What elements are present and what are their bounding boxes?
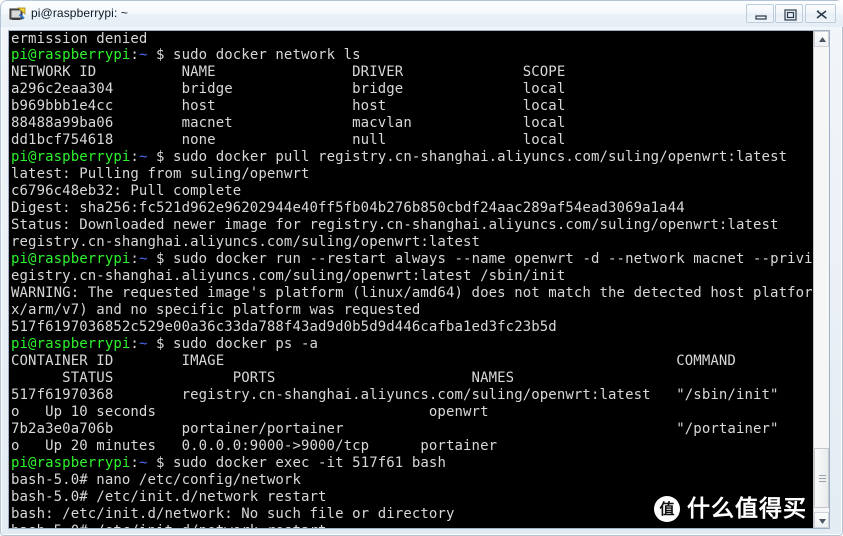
terminal-output-text: NETWORK ID NAME DRIVER SCOPE <box>11 64 566 80</box>
terminal-prompt-line: pi@raspberrypi:~ $ sudo docker ps -a <box>9 336 815 353</box>
prompt-user-host: pi@raspberrypi <box>11 149 131 165</box>
terminal-output-line: CONTAINER ID IMAGE COMMAND CREATED <box>9 353 815 370</box>
terminal-output-text: dd1bcf754618 none null local <box>11 132 566 148</box>
scrollbar-track[interactable] <box>814 47 829 512</box>
prompt-colon: : <box>130 149 139 165</box>
terminal-output-text: STATUS PORTS NAMES <box>11 370 515 386</box>
terminal-output-text: c6796c48eb32: Pull complete <box>11 183 242 199</box>
prompt-dollar: $ <box>147 336 165 352</box>
terminal-output-line: STATUS PORTS NAMES <box>9 370 815 387</box>
prompt-user-host: pi@raspberrypi <box>11 336 131 352</box>
scroll-up-arrow-icon[interactable] <box>814 31 829 47</box>
terminal-output-text: Status: Downloaded newer image for regis… <box>11 217 779 233</box>
prompt-dollar: $ <box>147 149 165 165</box>
terminal-prompt-line: pi@raspberrypi:~ $ sudo docker run --res… <box>9 251 815 268</box>
terminal-output-line: Status: Downloaded newer image for regis… <box>9 217 815 234</box>
terminal-output-text: CONTAINER ID IMAGE COMMAND CREATED <box>11 353 736 369</box>
terminal-output-text: bash: /etc/init.d/network: No such file … <box>11 506 455 522</box>
prompt-user-host: pi@raspberrypi <box>11 47 131 63</box>
terminal-output-line: bash-5.0# nano /etc/config/network <box>9 472 815 489</box>
scrollbar-thumb[interactable] <box>814 448 829 508</box>
terminal-output-line: 88488a99ba06 macnet macvlan local <box>9 115 815 132</box>
terminal-output-text: registry.cn-shanghai.aliyuncs.com/suling… <box>11 234 481 250</box>
prompt-colon: : <box>130 251 139 267</box>
terminal-output-line: b969bbb1e4cc host host local <box>9 98 815 115</box>
terminal-output-text: bash-5.0# /etc/init.d/network restart <box>11 489 327 505</box>
terminal-output-text: WARNING: The requested image's platform … <box>11 285 815 301</box>
terminal-command: sudo docker ps -a <box>164 336 319 352</box>
terminal-output-line: latest: Pulling from suling/openwrt <box>9 166 815 183</box>
terminal-output-line: c6796c48eb32: Pull complete <box>9 183 815 200</box>
terminal-output-text: bash-5.0# /etc/init.d/network restart <box>11 523 327 528</box>
terminal-output-line: dd1bcf754618 none null local <box>9 132 815 149</box>
terminal-output-text: 517f61970368 registry.cn-shanghai.aliyun… <box>11 387 779 403</box>
terminal-output-text: 7b2a3e0a706b portainer/portainer "/porta… <box>11 421 779 437</box>
close-button[interactable] <box>805 4 836 23</box>
terminal-output-line: registry.cn-shanghai.aliyuncs.com/suling… <box>9 234 815 251</box>
terminal-output-text: o Up 10 seconds openwrt <box>11 404 489 420</box>
terminal-output-text: o Up 20 minutes 0.0.0.0:9000->9000/tcp p… <box>11 438 498 454</box>
terminal-output-text: Digest: sha256:fc521d962e96202944e40ff5f… <box>11 200 685 216</box>
terminal-prompt-line: pi@raspberrypi:~ $ sudo docker pull regi… <box>9 149 815 166</box>
putty-terminal-icon <box>9 5 26 22</box>
terminal-output-text: 88488a99ba06 macnet macvlan local <box>11 115 566 131</box>
terminal-output-text: a296c2eaa304 bridge bridge local <box>11 81 566 97</box>
terminal-output-line: ermission denied <box>9 31 815 47</box>
title-bar[interactable]: pi@raspberrypi: ~ <box>1 1 843 27</box>
maximize-button[interactable] <box>775 4 803 23</box>
terminal-command: sudo docker network ls <box>164 47 361 63</box>
scroll-down-arrow-icon[interactable] <box>814 512 829 528</box>
prompt-dollar: $ <box>147 251 165 267</box>
terminal-window: pi@raspberrypi: ~ ermission denied pi@ras… <box>0 0 843 536</box>
terminal-output-line: WARNING: The requested image's platform … <box>9 285 815 302</box>
terminal-output-line: 517f61970368 registry.cn-shanghai.aliyun… <box>9 387 815 404</box>
terminal-output-text: 517f6197036852c529e00a36c33da788f43ad9d0… <box>11 319 557 335</box>
prompt-dollar: $ <box>147 47 165 63</box>
terminal-output-line: o Up 10 seconds openwrt <box>9 404 815 421</box>
terminal-command: sudo docker exec -it 517f61 bash <box>164 455 446 471</box>
prompt-colon: : <box>130 336 139 352</box>
terminal-output-line: NETWORK ID NAME DRIVER SCOPE <box>9 64 815 81</box>
terminal-prompt-line: pi@raspberrypi:~ $ sudo docker exec -it … <box>9 455 815 472</box>
terminal-output-line: x/arm/v7) and no specific platform was r… <box>9 302 815 319</box>
terminal-output-text: egistry.cn-shanghai.aliyuncs.com/suling/… <box>11 268 566 284</box>
scrollbar-grip-icon <box>819 475 826 482</box>
terminal-output-line: Digest: sha256:fc521d962e96202944e40ff5f… <box>9 200 815 217</box>
terminal-command: sudo docker run --restart always --name … <box>164 251 815 267</box>
prompt-colon: : <box>130 47 139 63</box>
terminal-output-line: o Up 20 minutes 0.0.0.0:9000->9000/tcp p… <box>9 438 815 455</box>
terminal-output-line: 517f6197036852c529e00a36c33da788f43ad9d0… <box>9 319 815 336</box>
prompt-colon: : <box>130 455 139 471</box>
terminal-output-text: b969bbb1e4cc host host local <box>11 98 566 114</box>
terminal-screen[interactable]: ermission denied pi@raspberrypi:~ $ sudo … <box>9 31 815 528</box>
terminal-output-line: bash-5.0# /etc/init.d/network restart <box>9 523 815 528</box>
terminal-output-line: 7b2a3e0a706b portainer/portainer "/porta… <box>9 421 815 438</box>
terminal-area[interactable]: ermission denied pi@raspberrypi:~ $ sudo … <box>8 30 830 529</box>
terminal-output-text: latest: Pulling from suling/openwrt <box>11 166 310 182</box>
terminal-output-line: bash-5.0# /etc/init.d/network restart <box>9 489 815 506</box>
window-title: pi@raspberrypi: ~ <box>31 6 128 20</box>
terminal-prompt-line: pi@raspberrypi:~ $ sudo docker network l… <box>9 47 815 64</box>
terminal-scrollbar[interactable] <box>813 31 829 528</box>
terminal-output-line: bash: /etc/init.d/network: No such file … <box>9 506 815 523</box>
prompt-dollar: $ <box>147 455 165 471</box>
prompt-user-host: pi@raspberrypi <box>11 455 131 471</box>
terminal-output-text: x/arm/v7) and no specific platform was r… <box>11 302 421 318</box>
prompt-user-host: pi@raspberrypi <box>11 251 131 267</box>
terminal-output-text: ermission denied <box>11 31 148 47</box>
terminal-output-text: bash-5.0# nano /etc/config/network <box>11 472 301 488</box>
terminal-command: sudo docker pull registry.cn-shanghai.al… <box>164 149 788 165</box>
terminal-output-line: egistry.cn-shanghai.aliyuncs.com/suling/… <box>9 268 815 285</box>
minimize-button[interactable] <box>746 4 774 23</box>
terminal-output-line: a296c2eaa304 bridge bridge local <box>9 81 815 98</box>
